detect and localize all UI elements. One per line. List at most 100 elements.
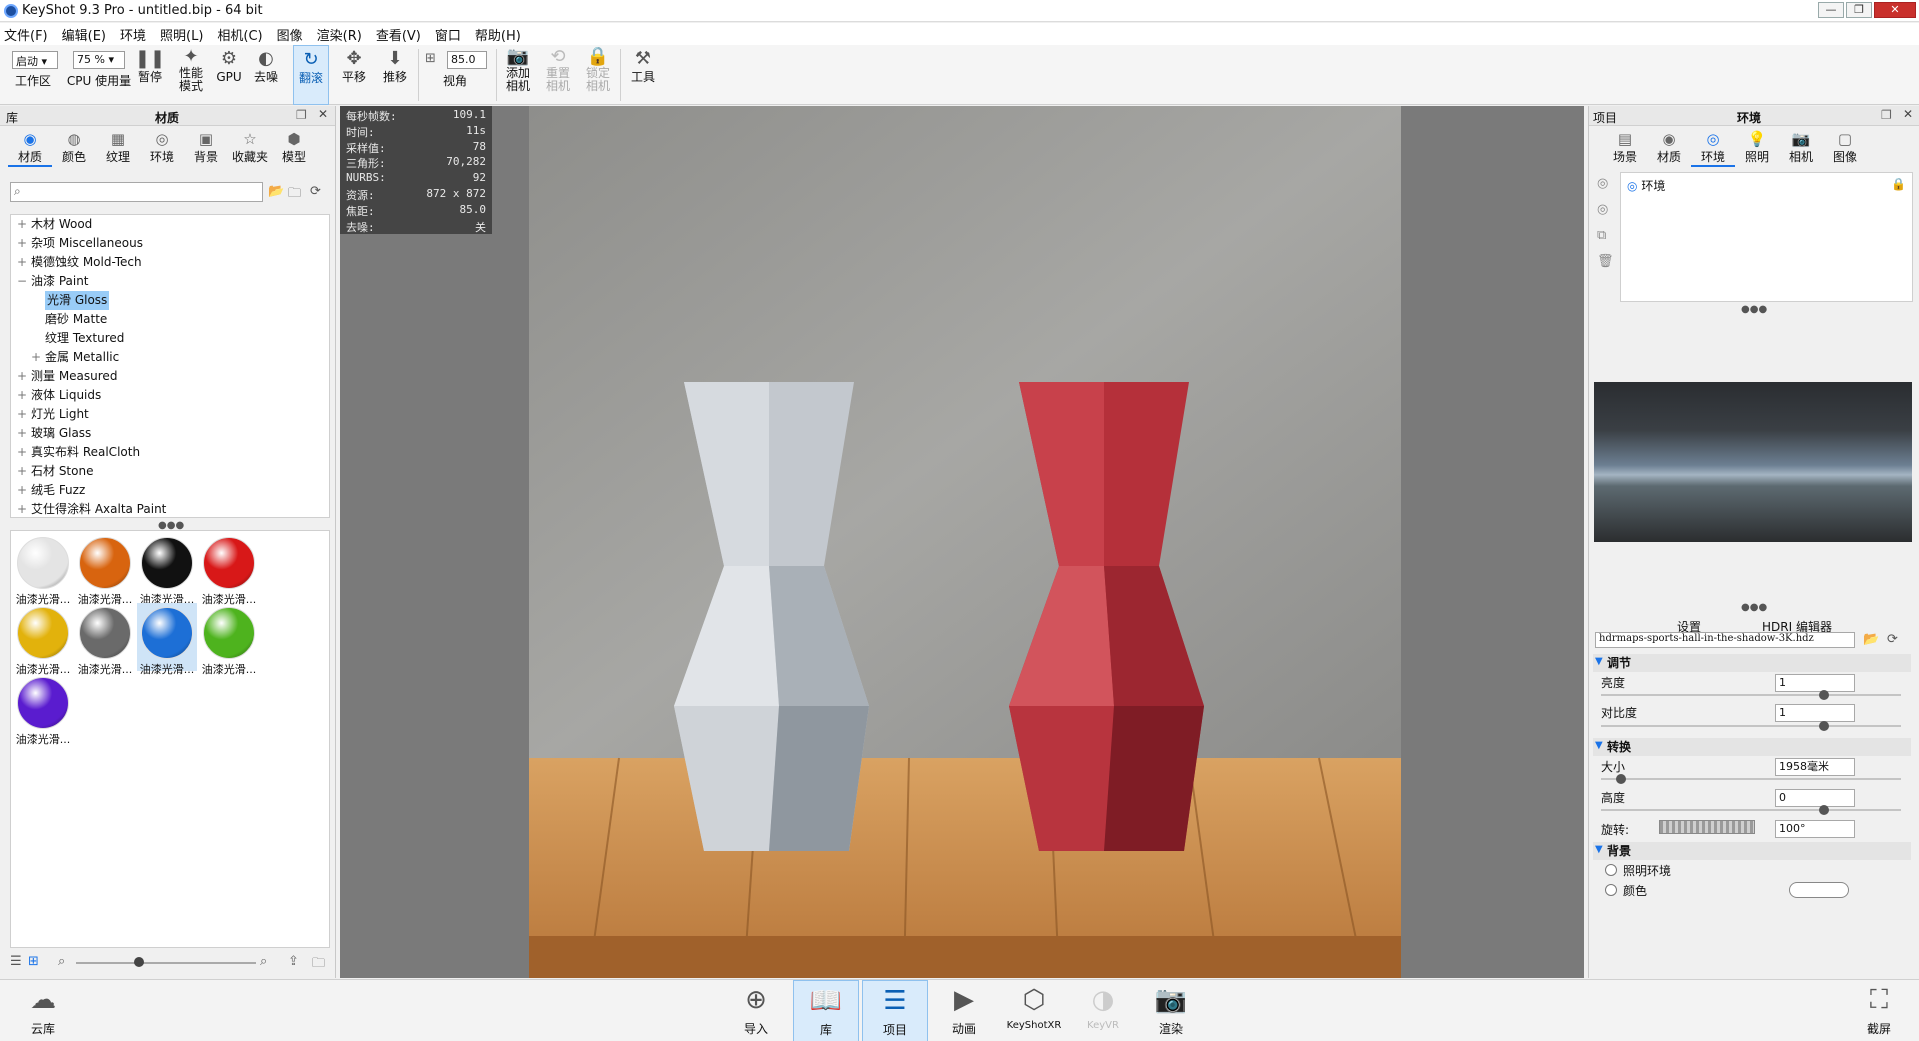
material-thumbnail[interactable]: 油漆光滑...: [199, 603, 259, 676]
tree-item[interactable]: 磨砂 Matte: [11, 310, 329, 329]
screenshot-button[interactable]: ⛶ 截屏: [1846, 980, 1912, 1041]
tree-item[interactable]: + 真实布料 RealCloth: [11, 443, 329, 462]
tab-camera[interactable]: 📷 相机: [1779, 130, 1823, 167]
brightness-slider-knob[interactable]: [1818, 690, 1829, 700]
workspace-select[interactable]: 启动 ▾: [12, 51, 58, 69]
animation-button[interactable]: ▶ 动画: [931, 980, 997, 1041]
render-button[interactable]: 📷 渲染: [1138, 980, 1204, 1041]
close-panel-icon[interactable]: ✕: [318, 107, 328, 121]
lock-camera-button[interactable]: 🔒 锁定 相机: [582, 45, 614, 105]
open-file-icon[interactable]: 📂: [1863, 632, 1879, 647]
menu-view[interactable]: 查看(V): [376, 25, 421, 44]
rotation-dial[interactable]: [1659, 820, 1755, 834]
tree-item[interactable]: + 测量 Measured: [11, 367, 329, 386]
menu-image[interactable]: 图像: [277, 25, 303, 44]
tab-backgrounds[interactable]: ▣ 背景: [184, 130, 228, 167]
grid-view-icon[interactable]: ⊞: [28, 954, 39, 969]
library-search-input[interactable]: [10, 182, 263, 202]
tree-item[interactable]: + 灯光 Light: [11, 405, 329, 424]
tree-item[interactable]: + 木材 Wood: [11, 215, 329, 234]
expand-icon[interactable]: +: [17, 500, 27, 517]
tab-colors[interactable]: ◍ 颜色: [52, 130, 96, 167]
size-input[interactable]: 1958毫米: [1775, 758, 1855, 776]
contrast-slider-knob[interactable]: [1818, 721, 1829, 731]
contrast-slider[interactable]: [1601, 725, 1901, 727]
expand-icon[interactable]: +: [17, 481, 27, 500]
fov-input[interactable]: 85.0: [447, 51, 487, 69]
menu-camera[interactable]: 相机(C): [217, 25, 262, 44]
tree-item[interactable]: + 石材 Stone: [11, 462, 329, 481]
material-thumbnail[interactable]: 油漆光滑...: [137, 533, 197, 606]
tree-item[interactable]: + 玻璃 Glass: [11, 424, 329, 443]
material-thumbnail[interactable]: 油漆光滑...: [13, 673, 73, 746]
material-thumbnail[interactable]: 油漆光滑...: [199, 533, 259, 606]
tab-scene[interactable]: ▤ 场景: [1603, 130, 1647, 167]
duplicate-environment-icon[interactable]: ◎: [1597, 202, 1608, 217]
refresh-icon[interactable]: ⟳: [310, 184, 321, 199]
tree-item[interactable]: + 液体 Liquids: [11, 386, 329, 405]
tools-button[interactable]: ⚒ 工具: [626, 45, 660, 105]
add-environment-icon[interactable]: ◎: [1597, 176, 1608, 191]
float-panel-icon[interactable]: ❐: [296, 108, 307, 122]
zoom-in-icon[interactable]: ⌕: [260, 954, 267, 969]
delete-icon[interactable]: 🗑: [1597, 254, 1614, 269]
expand-icon[interactable]: +: [17, 462, 27, 481]
tab-environments[interactable]: ◎ 环境: [140, 130, 184, 167]
gpu-button[interactable]: ⚙ GPU: [215, 45, 243, 105]
pan-button[interactable]: ✥ 平移: [337, 45, 371, 105]
brightness-slider[interactable]: [1601, 694, 1901, 696]
keyshotxr-button[interactable]: ⬡ KeyShotXR: [998, 980, 1070, 1041]
material-thumbnail[interactable]: 油漆光滑...: [13, 603, 73, 676]
tree-item[interactable]: + 绒毛 Fuzz: [11, 481, 329, 500]
cloud-library-button[interactable]: ☁ 云库: [10, 980, 76, 1041]
tab-environment[interactable]: ◎ 环境: [1691, 130, 1735, 167]
new-folder-icon[interactable]: 🗀: [288, 184, 301, 206]
section-background[interactable]: 背景: [1593, 842, 1911, 860]
tree-item[interactable]: 纹理 Textured: [11, 329, 329, 348]
keyvr-button[interactable]: ◑ KeyVR: [1070, 980, 1136, 1041]
dolly-button[interactable]: ⬇ 推移: [378, 45, 412, 105]
pause-button[interactable]: ❚❚ 暂停: [135, 45, 165, 105]
render-scene[interactable]: [529, 106, 1401, 978]
expand-icon[interactable]: +: [17, 253, 27, 272]
add-camera-button[interactable]: 📷 添加 相机: [502, 45, 534, 105]
menu-window[interactable]: 窗口: [435, 25, 461, 44]
height-slider[interactable]: [1601, 809, 1901, 811]
tab-material[interactable]: ◉ 材质: [1647, 130, 1691, 167]
expand-icon[interactable]: +: [17, 443, 27, 462]
rotation-input[interactable]: 100°: [1775, 820, 1855, 838]
tree-item[interactable]: + 艾仕得涂料 Axalta Paint: [11, 500, 329, 517]
tab-lighting[interactable]: 💡 照明: [1735, 130, 1779, 167]
tab-image[interactable]: ▢ 图像: [1823, 130, 1867, 167]
splitter-handle[interactable]: ●●●: [1741, 304, 1767, 315]
hdri-preview[interactable]: [1594, 382, 1912, 542]
tree-item[interactable]: 光滑 Gloss: [11, 291, 329, 310]
environment-list-item[interactable]: ◎ 环境 🔒: [1621, 173, 1912, 198]
material-thumbnail[interactable]: 油漆光滑...: [75, 603, 135, 676]
tumble-button[interactable]: ↻ 翻滚: [293, 45, 329, 105]
tree-item[interactable]: + 金属 Metallic: [11, 348, 329, 367]
close-panel-icon[interactable]: ✕: [1903, 107, 1913, 121]
menu-render[interactable]: 渲染(R): [317, 25, 362, 44]
section-adjust[interactable]: 调节: [1593, 654, 1911, 672]
import-button[interactable]: ⊕ 导入: [723, 980, 789, 1041]
brightness-input[interactable]: 1: [1775, 674, 1855, 692]
material-thumbnail[interactable]: 油漆光滑...: [137, 603, 197, 676]
expand-icon[interactable]: +: [17, 234, 27, 253]
close-button[interactable]: ✕: [1874, 2, 1916, 18]
contrast-input[interactable]: 1: [1775, 704, 1855, 722]
tree-item[interactable]: − 油漆 Paint: [11, 272, 329, 291]
height-slider-knob[interactable]: [1818, 805, 1829, 815]
bg-lighting-radio[interactable]: [1605, 864, 1617, 876]
menu-edit[interactable]: 编辑(E): [62, 25, 106, 44]
upload-icon[interactable]: ⇪: [288, 954, 299, 969]
material-thumbnail[interactable]: 油漆光滑...: [13, 533, 73, 606]
performance-mode-button[interactable]: ✦ 性能 模式: [175, 45, 207, 105]
tree-item[interactable]: + 模德蚀纹 Mold-Tech: [11, 253, 329, 272]
tree-item[interactable]: + 杂项 Miscellaneous: [11, 234, 329, 253]
minimize-button[interactable]: —: [1818, 2, 1844, 18]
menu-file[interactable]: 文件(F): [4, 25, 48, 44]
folder-icon[interactable]: 🗀: [312, 954, 325, 976]
menu-lighting[interactable]: 照明(L): [160, 25, 203, 44]
zoom-out-icon[interactable]: ⌕: [58, 954, 65, 969]
